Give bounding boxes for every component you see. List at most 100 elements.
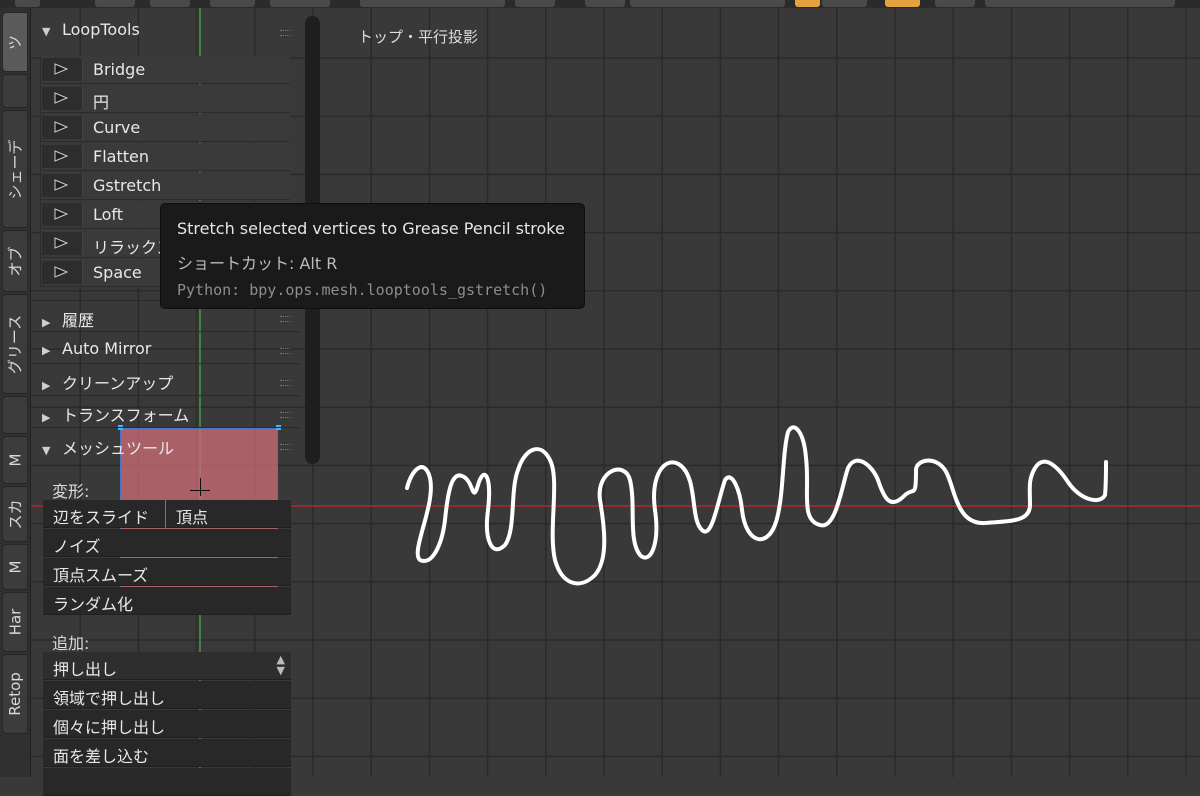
- circle-button[interactable]: 円: [40, 85, 290, 113]
- drag-grip-icon[interactable]: [280, 444, 290, 450]
- extrude-individual-button[interactable]: 個々に押し出し: [43, 710, 291, 738]
- tab-shading[interactable]: シェーデ: [2, 110, 28, 228]
- drag-grip-icon[interactable]: [280, 30, 290, 36]
- bridge-button[interactable]: Bridge: [40, 56, 290, 84]
- occlude-toggle[interactable]: [885, 0, 920, 7]
- separator: [32, 363, 300, 364]
- tab-label: オブ: [6, 245, 25, 277]
- tab-label: グリース: [6, 314, 25, 374]
- sidebar-tabs: ツ シェーデ オブ グリース M スカ M Har Retop: [0, 8, 31, 777]
- add-menu[interactable]: [210, 0, 255, 7]
- snap-select[interactable]: [985, 0, 1175, 7]
- button-label: Bridge: [93, 60, 146, 79]
- separator: [32, 427, 300, 428]
- button-label: Loft: [93, 205, 124, 224]
- view-name-label: トップ・平行投影: [358, 28, 479, 46]
- cleanup-header[interactable]: ▶ クリーンアップ: [42, 370, 173, 394]
- looptools-title: LoopTools: [62, 20, 140, 39]
- tooltip-shortcut: ショートカット: Alt R: [177, 254, 338, 273]
- history-header[interactable]: ▶ 履歴: [42, 307, 94, 331]
- tab-har[interactable]: Har: [2, 592, 28, 652]
- extrude-region-button[interactable]: 領域で押し出し: [43, 681, 291, 709]
- tab-label: Har: [6, 608, 25, 636]
- tab-m-1[interactable]: M: [2, 436, 28, 484]
- tooltip: Stretch selected vertices to Grease Penc…: [160, 203, 585, 309]
- button-label: Flatten: [93, 147, 149, 166]
- button-label: ノイズ: [53, 537, 101, 556]
- orientation-select[interactable]: [630, 0, 785, 7]
- auto-mirror-header[interactable]: ▶ Auto Mirror: [42, 339, 151, 358]
- transform-title: トランスフォーム: [62, 406, 190, 425]
- tooltip-description: Stretch selected vertices to Grease Penc…: [177, 219, 565, 238]
- shading-button[interactable]: [515, 0, 555, 7]
- mesh-tools-title: メッシュツール: [62, 439, 175, 458]
- mode-select[interactable]: [360, 0, 505, 7]
- play-arrow-icon: [42, 174, 83, 197]
- editor-type-button[interactable]: [15, 0, 40, 7]
- button-label: 頂点: [176, 508, 209, 527]
- tab-label: M: [5, 453, 24, 467]
- edge-face-select-mode[interactable]: [822, 0, 867, 7]
- history-title: 履歴: [62, 311, 95, 330]
- play-arrow-icon: [42, 87, 83, 110]
- smooth-vertex-button[interactable]: 頂点スムーズ: [43, 558, 291, 586]
- tab-grease-pencil[interactable]: グリース: [2, 294, 28, 394]
- tab-retop[interactable]: Retop: [2, 654, 28, 734]
- inset-faces-button[interactable]: 面を差し込む: [43, 739, 291, 767]
- play-arrow-icon: [42, 145, 83, 168]
- transform-header[interactable]: ▶ トランスフォーム: [42, 402, 189, 426]
- flatten-button[interactable]: Flatten: [40, 143, 290, 171]
- select-menu[interactable]: [150, 0, 190, 7]
- truncated-button[interactable]: [43, 768, 291, 796]
- button-label: 個々に押し出し: [53, 718, 166, 737]
- curve-button[interactable]: Curve: [40, 114, 290, 142]
- tab-empty[interactable]: [2, 74, 28, 108]
- tooltip-python: Python: bpy.ops.mesh.looptools_gstretch(…: [177, 281, 548, 299]
- expand-down-icon: ▼: [42, 25, 51, 38]
- separator: [32, 331, 300, 332]
- select-value: 押し出し: [53, 660, 118, 679]
- randomize-button[interactable]: ランダム化: [43, 587, 291, 615]
- button-label: 辺をスライド: [53, 508, 150, 527]
- tab-m-2[interactable]: M: [2, 544, 28, 590]
- button-label: Gstretch: [93, 176, 162, 195]
- tab-label: M: [5, 560, 24, 574]
- tab-tools[interactable]: ツ: [2, 12, 28, 72]
- updown-arrows-icon: ▲ ▼: [276, 653, 285, 677]
- pivot-button[interactable]: [585, 0, 625, 7]
- noise-button[interactable]: ノイズ: [43, 529, 291, 557]
- drag-grip-icon[interactable]: [280, 412, 290, 418]
- expand-down-icon: ▼: [42, 444, 51, 457]
- mesh-tools-header[interactable]: ▼ メッシュツール: [42, 435, 174, 459]
- button-label: 頂点スムーズ: [53, 566, 149, 585]
- edge-slide-button[interactable]: 辺をスライド: [43, 500, 165, 528]
- tab-object[interactable]: オブ: [2, 230, 28, 292]
- view-menu[interactable]: [95, 0, 135, 7]
- separator: [32, 395, 300, 396]
- expand-right-icon: ▶: [42, 344, 51, 357]
- play-arrow-icon: [42, 116, 83, 139]
- expand-right-icon: ▶: [42, 379, 51, 392]
- expand-right-icon: ▶: [42, 411, 51, 424]
- deform-label: 変形:: [52, 482, 90, 501]
- header-bar: [0, 0, 1200, 8]
- extrude-select[interactable]: 押し出し ▲ ▼: [43, 652, 291, 680]
- gstretch-button[interactable]: Gstretch: [40, 172, 290, 200]
- expand-right-icon: ▶: [42, 316, 51, 329]
- vertex-slide-button[interactable]: 頂点: [166, 500, 291, 528]
- mesh-menu[interactable]: [270, 0, 330, 7]
- drag-grip-icon[interactable]: [280, 316, 290, 322]
- drag-grip-icon[interactable]: [280, 348, 290, 354]
- vertex-select-mode[interactable]: [795, 0, 820, 7]
- add-label: 追加:: [52, 634, 90, 653]
- tab-blank[interactable]: [2, 396, 28, 434]
- proportional-button[interactable]: [935, 0, 975, 7]
- tab-sculpt[interactable]: スカ: [2, 486, 28, 542]
- tab-label: スカ: [6, 498, 25, 530]
- play-arrow-icon: [42, 232, 83, 255]
- looptools-header[interactable]: ▼ LoopTools: [42, 20, 140, 39]
- drag-grip-icon[interactable]: [280, 380, 290, 386]
- auto-mirror-title: Auto Mirror: [62, 339, 152, 358]
- tab-label: シェーデ: [6, 138, 25, 200]
- button-label: 面を差し込む: [53, 747, 150, 766]
